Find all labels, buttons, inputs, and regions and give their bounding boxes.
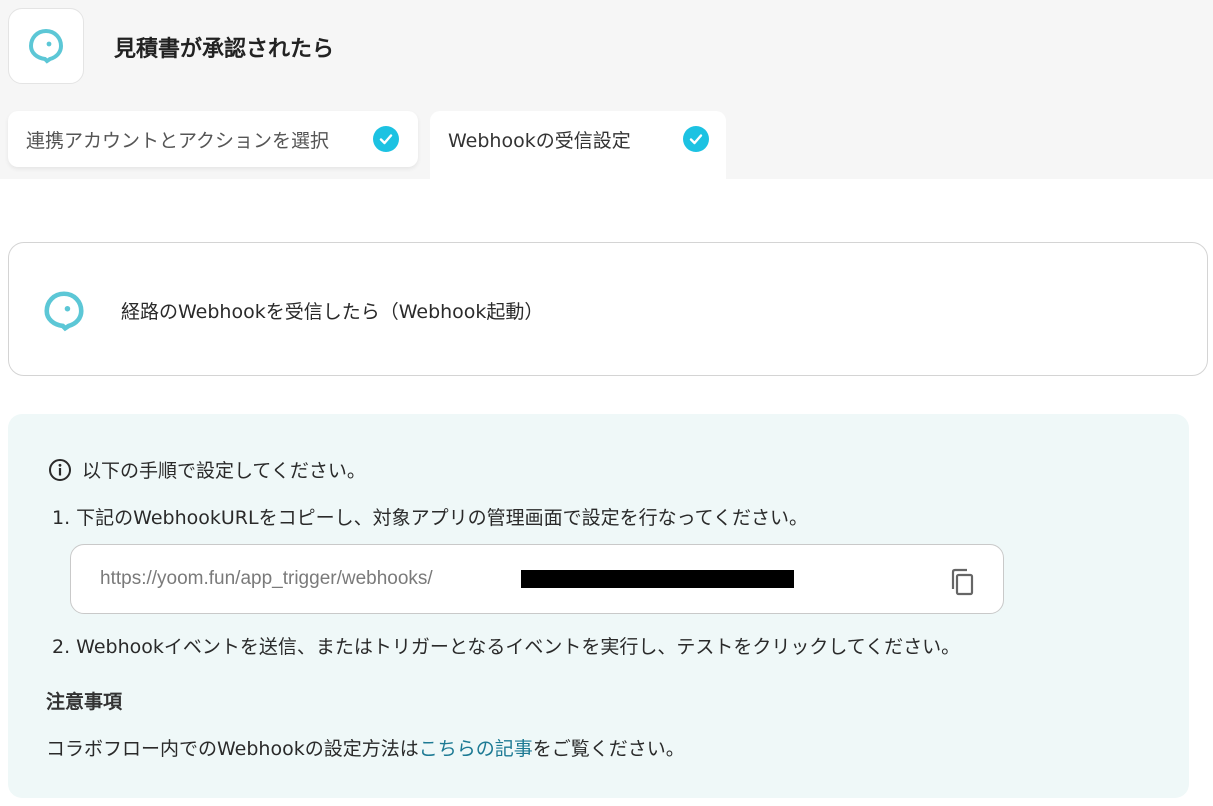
instructions-panel: 以下の手順で設定してください。 1. 下記のWebhookURLをコピーし、対象… [8, 414, 1189, 798]
notes-text-after: をご覧ください。 [532, 738, 685, 760]
notes-text-before: コラボフロー内でのWebhookの設定方法は [46, 738, 419, 760]
check-circle-icon [373, 126, 399, 152]
page-title: 見積書が承認されたら [114, 37, 335, 62]
instructions-heading: 以下の手順で設定してください。 [48, 456, 366, 483]
notes-title: 注意事項 [46, 691, 123, 713]
notes-text: コラボフロー内でのWebhookの設定方法はこちらの記事をご覧ください。 [46, 734, 685, 761]
trigger-card[interactable]: 経路のWebhookを受信したら（Webhook起動） [8, 242, 1208, 376]
instructions-heading-text: 以下の手順で設定してください。 [82, 460, 366, 482]
trigger-label: 経路のWebhookを受信したら（Webhook起動） [121, 301, 544, 323]
article-link[interactable]: こちらの記事 [419, 738, 533, 760]
check-circle-icon [683, 126, 709, 152]
tab-account-action[interactable]: 連携アカウントとアクションを選択 [8, 111, 418, 167]
tab-label: 連携アカウントとアクションを選択 [26, 129, 330, 152]
info-icon [49, 458, 71, 481]
copy-icon [951, 568, 974, 596]
copy-button[interactable] [945, 565, 979, 599]
yoom-face-icon [44, 291, 84, 332]
redaction-bar [521, 570, 794, 588]
webhook-url-field[interactable]: https://yoom.fun/app_trigger/webhooks/ [70, 544, 1004, 614]
tab-label: Webhookの受信設定 [448, 129, 631, 152]
webhook-url-text: https://yoom.fun/app_trigger/webhooks/ [100, 568, 433, 589]
step-1-text: 1. 下記のWebhookURLをコピーし、対象アプリの管理画面で設定を行なって… [52, 507, 809, 529]
yoom-face-icon [28, 28, 64, 64]
tab-webhook-settings[interactable]: Webhookの受信設定 [430, 111, 726, 179]
step-2-text: 2. Webhookイベントを送信、またはトリガーとなるイベントを実行し、テスト… [52, 636, 961, 658]
app-tile [8, 8, 84, 84]
